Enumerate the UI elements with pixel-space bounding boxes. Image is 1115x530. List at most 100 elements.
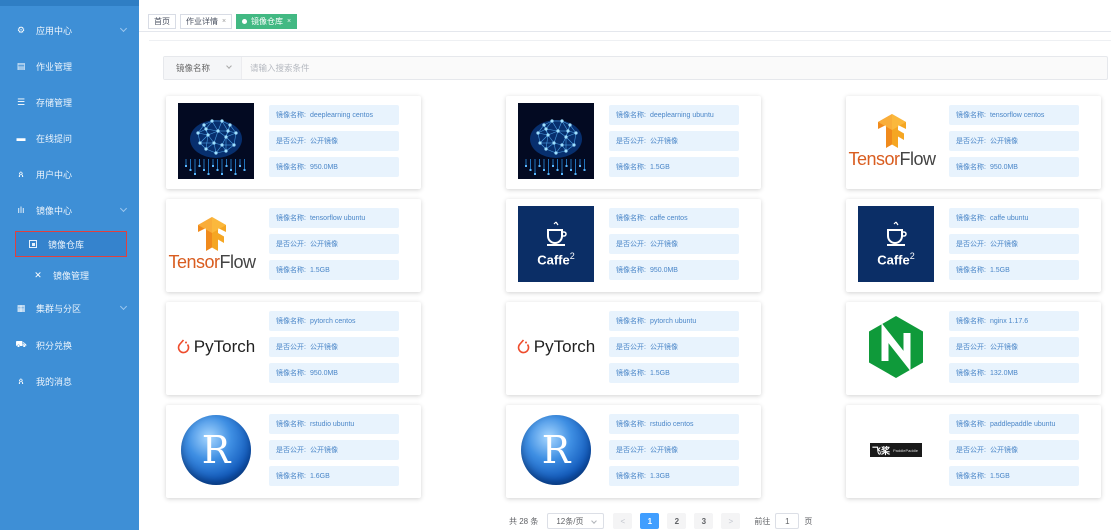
field-key: 是否公开:: [956, 241, 986, 248]
image-public-field: 是否公开: 公开镜像: [949, 440, 1079, 460]
deeplearning-brain-logo: [178, 103, 254, 179]
field-value: 950.0MB: [309, 369, 338, 377]
image-card[interactable]: Caffe2 镜像名称: caffe centos 是否公开: 公开镜像 镜像名称: 950…: [506, 199, 761, 292]
field-key: 镜像名称:: [956, 421, 986, 428]
field-value: 132.0MB: [989, 369, 1018, 377]
image-size-field: 镜像名称: 950.0MB: [949, 157, 1079, 177]
image-card[interactable]: 飞桨 PaddlePaddle 镜像名称: paddlepaddle ubuntu 是否…: [846, 405, 1101, 498]
image-card[interactable]: PyTorch 镜像名称: pytorch centos 是否公开: 公开镜像 镜像名称:…: [166, 302, 421, 395]
sidebar-item-app-center[interactable]: ⚙ 应用中心: [0, 19, 139, 41]
caffe2-wordmark: Caffe2: [537, 251, 575, 267]
tab-home[interactable]: 首页: [148, 14, 176, 29]
page-button-3[interactable]: 3: [694, 513, 714, 529]
paddle-text: PaddlePaddle: [893, 447, 918, 453]
image-fields: 镜像名称: rstudio centos 是否公开: 公开镜像 镜像名称: 1.3GB: [609, 414, 739, 492]
search-field-select[interactable]: 镜像名称: [164, 57, 242, 79]
document-icon: ▤: [16, 60, 26, 71]
caffe2-wordmark-sup: 2: [569, 250, 575, 261]
field-key: 镜像名称:: [956, 267, 986, 274]
field-value: 1.5GB: [989, 266, 1010, 274]
user-icon: ጰ: [18, 168, 24, 179]
search-field-select-value: 镜像名称: [176, 63, 211, 73]
image-name-field: 镜像名称: deeplearning centos: [269, 105, 399, 125]
sidebar-item-label: 用户中心: [36, 169, 73, 180]
field-value: 950.0MB: [309, 163, 338, 171]
sidebar-item-image-management[interactable]: ✕ 镜像管理: [0, 264, 139, 286]
tab-label: 首页: [154, 17, 170, 26]
sidebar-item-user-center[interactable]: ጰ 用户中心: [0, 163, 139, 185]
sidebar-item-cluster-partition[interactable]: ▦ 集群与分区: [0, 297, 139, 319]
image-card[interactable]: TensorFlow 镜像名称: tensorflow ubuntu 是否公开: 公开镜…: [166, 199, 421, 292]
sidebar-item-points-exchange[interactable]: ⛟ 积分兑换: [0, 334, 139, 356]
chat-icon: ▬: [16, 133, 26, 143]
gear-icon: ⚙: [16, 24, 26, 35]
caffe2-logo: Caffe2: [858, 206, 934, 282]
image-name-field: 镜像名称: pytorch ubuntu: [609, 311, 739, 331]
image-fields: 镜像名称: pytorch ubuntu 是否公开: 公开镜像 镜像名称: 1.5GB: [609, 311, 739, 389]
prev-page-button[interactable]: <: [613, 513, 633, 529]
goto-page-input[interactable]: 1: [775, 513, 800, 529]
sidebar-item-job-management[interactable]: ▤ 作业管理: [0, 55, 139, 77]
field-value: 1.3GB: [649, 472, 670, 480]
field-value: rstudio ubuntu: [309, 420, 355, 428]
tab-label: 镜像仓库: [251, 17, 283, 26]
sidebar-item-storage-management[interactable]: ☰ 存储管理: [0, 91, 139, 113]
field-key: 镜像名称:: [276, 473, 306, 480]
field-key: 是否公开:: [616, 138, 646, 145]
paddlepaddle-logo: 飞桨 PaddlePaddle: [858, 412, 934, 488]
bar-chart-icon: ılı: [17, 205, 25, 215]
field-key: 是否公开:: [956, 447, 986, 454]
image-public-field: 是否公开: 公开镜像: [269, 440, 399, 460]
field-value: 公开镜像: [309, 138, 338, 145]
image-public-field: 是否公开: 公开镜像: [949, 131, 1079, 151]
image-card[interactable]: 镜像名称: deeplearning ubuntu 是否公开: 公开镜像 镜像名称: 1.…: [506, 96, 761, 189]
image-card[interactable]: 镜像名称: nginx 1.17.6 是否公开: 公开镜像 镜像名称: 132.0MB: [846, 302, 1101, 395]
tab-job-detail[interactable]: 作业详情 ×: [180, 14, 233, 29]
image-public-field: 是否公开: 公开镜像: [609, 131, 739, 151]
tab-image-repository[interactable]: 镜像仓库 ×: [236, 14, 298, 29]
pytorch-wordmark: PyTorch: [177, 337, 255, 357]
sidebar-item-image-repository[interactable]: 镜像仓库: [15, 231, 127, 257]
search-bar: 镜像名称: [163, 56, 1108, 80]
page-size-select[interactable]: 12条/页: [547, 513, 605, 529]
pytorch-logo: PyTorch: [177, 309, 255, 385]
field-key: 镜像名称:: [276, 318, 306, 325]
chevron-down-icon: [119, 24, 128, 33]
page-button-2[interactable]: 2: [667, 513, 687, 529]
sidebar-item-label: 镜像管理: [53, 270, 90, 281]
field-key: 镜像名称:: [276, 112, 306, 119]
sidebar-item-online-questions[interactable]: ▬ 在线提问: [0, 127, 139, 149]
image-fields: 镜像名称: tensorflow ubuntu 是否公开: 公开镜像 镜像名称: 1.5G…: [269, 208, 399, 286]
sidebar-item-my-messages[interactable]: ጰ 我的消息: [0, 370, 139, 392]
page-button-1[interactable]: 1: [640, 513, 660, 529]
image-card[interactable]: TensorFlow 镜像名称: tensorflow centos 是否公开: 公开镜…: [846, 96, 1101, 189]
tensorflow-logo: TensorFlow: [848, 103, 936, 179]
field-value: tensorflow ubuntu: [309, 214, 366, 222]
pytorch-wordmark-text: PyTorch: [193, 337, 256, 356]
field-value: 1.5GB: [649, 163, 670, 171]
field-key: 是否公开:: [616, 241, 646, 248]
sidebar-item-image-center[interactable]: ılı 镜像中心: [0, 199, 139, 221]
image-card[interactable]: Caffe2 镜像名称: caffe ubuntu 是否公开: 公开镜像 镜像名称: 1.5…: [846, 199, 1101, 292]
image-card[interactable]: PyTorch 镜像名称: pytorch ubuntu 是否公开: 公开镜像 镜像名称:…: [506, 302, 761, 395]
image-card[interactable]: R 镜像名称: rstudio ubuntu 是否公开: 公开镜像 镜像名称: 1.6GB: [166, 405, 421, 498]
pagination: 共 28 条 12条/页 < 1 2 3 > 前往 1 页: [509, 513, 812, 529]
field-value: caffe centos: [649, 214, 688, 222]
storage-icon: ☰: [16, 96, 26, 107]
tensorflow-wordmark-part: Tensor: [168, 252, 220, 272]
next-page-button[interactable]: >: [721, 513, 741, 529]
image-name-field: 镜像名称: caffe centos: [609, 208, 739, 228]
image-card[interactable]: R 镜像名称: rstudio centos 是否公开: 公开镜像 镜像名称: 1.3GB: [506, 405, 761, 498]
search-input[interactable]: [250, 59, 1090, 77]
r-logo: R: [518, 412, 594, 488]
close-icon[interactable]: ×: [222, 18, 226, 25]
field-key: 镜像名称:: [616, 370, 646, 377]
pytorch-wordmark: PyTorch: [517, 337, 595, 357]
close-icon[interactable]: ×: [287, 18, 291, 25]
field-value: 公开镜像: [649, 447, 678, 454]
field-value: 1.5GB: [989, 472, 1010, 480]
caffe2-wordmark: Caffe2: [877, 251, 915, 267]
image-card[interactable]: 镜像名称: deeplearning centos 是否公开: 公开镜像 镜像名称: 95…: [166, 96, 421, 189]
field-key: 是否公开:: [956, 344, 986, 351]
sidebar-item-label: 应用中心: [36, 25, 73, 36]
